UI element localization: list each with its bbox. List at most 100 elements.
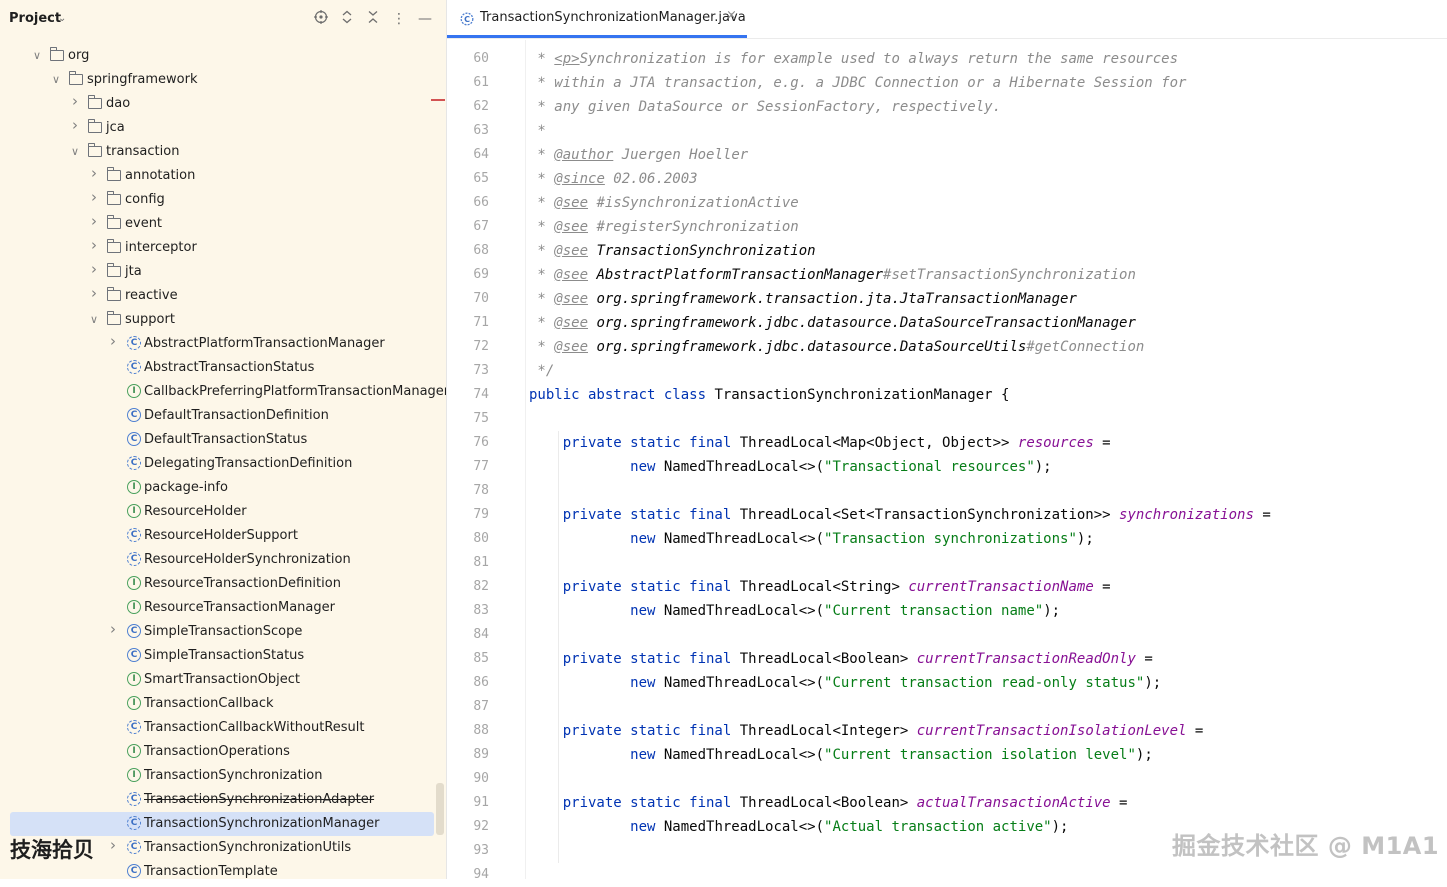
chevron-down-icon[interactable]: ∨: [50, 72, 62, 88]
interface-icon: I: [127, 672, 141, 686]
tree-item-annotation[interactable]: › annotation: [0, 164, 446, 188]
code-line[interactable]: * @see org.springframework.jdbc.datasour…: [529, 311, 1135, 335]
code-line[interactable]: new NamedThreadLocal<>("Current transact…: [529, 743, 1153, 767]
chevron-down-icon[interactable]: ∨: [31, 48, 43, 64]
project-panel-title[interactable]: Project: [9, 11, 61, 26]
expand-all-icon[interactable]: [338, 10, 356, 29]
tree-item-reactive[interactable]: › reactive: [0, 284, 446, 308]
code-line[interactable]: private static final ThreadLocal<Boolean…: [529, 647, 1153, 671]
code-line[interactable]: * @see #registerSynchronization: [529, 215, 798, 239]
code-token: "Current transaction name": [824, 603, 1044, 619]
code-line[interactable]: * within a JTA transaction, e.g. a JDBC …: [529, 71, 1186, 95]
code-line[interactable]: new NamedThreadLocal<>("Current transact…: [529, 599, 1060, 623]
line-number: 72: [473, 339, 489, 354]
tree-item-resourcetransactionmanager[interactable]: I ResourceTransactionManager: [0, 596, 446, 620]
code-token: NamedThreadLocal<>(: [663, 531, 825, 547]
tree-item-transactionsynchronizationadapter[interactable]: C TransactionSynchronizationAdapter: [0, 788, 446, 812]
code-line[interactable]: public abstract class TransactionSynchro…: [529, 383, 1009, 407]
folder-icon: [106, 263, 121, 277]
code-token: #getConnection: [1026, 339, 1145, 355]
tree-item-transactionoperations[interactable]: I TransactionOperations: [0, 740, 446, 764]
code-line[interactable]: new NamedThreadLocal<>("Actual transacti…: [529, 815, 1068, 839]
chevron-down-icon[interactable]: ∨: [69, 144, 81, 160]
code-token: );: [1135, 747, 1153, 763]
tree-item-label: config: [125, 192, 165, 207]
chevron-right-icon[interactable]: ›: [107, 837, 119, 853]
locate-icon[interactable]: [312, 10, 330, 29]
tree-item-label: reactive: [125, 288, 178, 303]
code-line[interactable]: * @see AbstractPlatformTransactionManage…: [529, 263, 1135, 287]
tree-item-dao[interactable]: › dao: [0, 92, 446, 116]
tree-item-transaction[interactable]: ∨ transaction: [0, 140, 446, 164]
chevron-right-icon[interactable]: ›: [88, 285, 100, 301]
chevron-right-icon[interactable]: ›: [107, 621, 119, 637]
code-line[interactable]: * @since 02.06.2003: [529, 167, 697, 191]
code-line[interactable]: * @see org.springframework.jdbc.datasour…: [529, 335, 1144, 359]
tree-item-config[interactable]: › config: [0, 188, 446, 212]
tree-item-simpletransactionstatus[interactable]: C SimpleTransactionStatus: [0, 644, 446, 668]
tree-item-resourcetransactiondefinition[interactable]: I ResourceTransactionDefinition: [0, 572, 446, 596]
tree-item-defaulttransactiondefinition[interactable]: C DefaultTransactionDefinition: [0, 404, 446, 428]
tree-item-transactionsynchronizationmanager[interactable]: C TransactionSynchronizationManager: [10, 812, 434, 836]
line-number: 87: [473, 699, 489, 714]
tree-item-resourceholder[interactable]: I ResourceHolder: [0, 500, 446, 524]
code-token: new: [630, 819, 664, 835]
tree-item-org[interactable]: ∨ org: [0, 44, 446, 68]
tree-item-package-info[interactable]: Ipackage-info: [0, 476, 446, 500]
code-line[interactable]: * any given DataSource or SessionFactory…: [529, 95, 1001, 119]
code-line[interactable]: private static final ThreadLocal<Set<Tra…: [529, 503, 1271, 527]
code-line[interactable]: * <p>Synchronization is for example used…: [529, 47, 1178, 71]
code-line[interactable]: private static final ThreadLocal<Boolean…: [529, 791, 1128, 815]
tree-scrollbar-thumb[interactable]: [436, 783, 444, 835]
code-line[interactable]: * @see #isSynchronizationActive: [529, 191, 798, 215]
tree-item-resourceholdersynchronization[interactable]: C ResourceHolderSynchronization: [0, 548, 446, 572]
tree-item-abstracttransactionstatus[interactable]: C AbstractTransactionStatus: [0, 356, 446, 380]
code-line[interactable]: new NamedThreadLocal<>("Transaction sync…: [529, 527, 1094, 551]
code-line[interactable]: new NamedThreadLocal<>("Current transact…: [529, 671, 1161, 695]
tree-item-callbackpreferringplatformtransactionmanager[interactable]: I CallbackPreferringPlatformTransactionMa…: [0, 380, 446, 404]
code-line[interactable]: private static final ThreadLocal<String>…: [529, 575, 1111, 599]
chevron-right-icon[interactable]: ›: [107, 333, 119, 349]
code-line[interactable]: * @see TransactionSynchronization: [529, 239, 815, 263]
tree-item-defaulttransactionstatus[interactable]: C DefaultTransactionStatus: [0, 428, 446, 452]
code-line[interactable]: private static final ThreadLocal<Map<Obj…: [529, 431, 1111, 455]
code-token: NamedThreadLocal<>(: [663, 675, 825, 691]
tree-item-delegatingtransactiondefinition[interactable]: C DelegatingTransactionDefinition: [0, 452, 446, 476]
code-line[interactable]: *: [529, 119, 545, 143]
tree-item-support[interactable]: ∨ support: [0, 308, 446, 332]
chevron-down-icon[interactable]: ∨: [88, 312, 100, 328]
code-line[interactable]: */: [529, 359, 554, 383]
tree-item-smarttransactionobject[interactable]: I SmartTransactionObject: [0, 668, 446, 692]
chevron-down-icon[interactable]: ⌄: [58, 13, 66, 24]
code-line[interactable]: new NamedThreadLocal<>("Transactional re…: [529, 455, 1051, 479]
tree-item-label: transaction: [106, 144, 180, 159]
code-line[interactable]: * @see org.springframework.transaction.j…: [529, 287, 1076, 311]
chevron-right-icon[interactable]: ›: [69, 117, 81, 133]
collapse-all-icon[interactable]: [364, 10, 382, 29]
tree-item-simpletransactionscope[interactable]: › C SimpleTransactionScope: [0, 620, 446, 644]
tree-item-interceptor[interactable]: › interceptor: [0, 236, 446, 260]
chevron-right-icon[interactable]: ›: [88, 237, 100, 253]
more-options-icon[interactable]: ⋮: [390, 10, 408, 28]
minimize-icon[interactable]: —: [416, 10, 434, 28]
editor-tab[interactable]: C TransactionSynchronizationManager.java…: [447, 0, 747, 38]
tree-item-springframework[interactable]: ∨ springframework: [0, 68, 446, 92]
tree-item-event[interactable]: › event: [0, 212, 446, 236]
tree-item-resourceholdersupport[interactable]: C ResourceHolderSupport: [0, 524, 446, 548]
tree-item-transactioncallback[interactable]: I TransactionCallback: [0, 692, 446, 716]
tree-item-transactioncallbackwithoutresult[interactable]: C TransactionCallbackWithoutResult: [0, 716, 446, 740]
chevron-right-icon[interactable]: ›: [88, 189, 100, 205]
tree-item-label: interceptor: [125, 240, 197, 255]
chevron-right-icon[interactable]: ›: [88, 165, 100, 181]
tree-item-jta[interactable]: › jta: [0, 260, 446, 284]
tree-item-jca[interactable]: › jca: [0, 116, 446, 140]
code-line[interactable]: private static final ThreadLocal<Integer…: [529, 719, 1204, 743]
chevron-right-icon[interactable]: ›: [88, 213, 100, 229]
chevron-right-icon[interactable]: ›: [88, 261, 100, 277]
tree-item-abstractplatformtransactionmanager[interactable]: › C AbstractPlatformTransactionManager: [0, 332, 446, 356]
chevron-right-icon[interactable]: ›: [69, 93, 81, 109]
code-line[interactable]: * @author Juergen Hoeller: [529, 143, 748, 167]
close-icon[interactable]: ×: [726, 8, 737, 23]
tree-item-transactionsynchronization[interactable]: I TransactionSynchronization: [0, 764, 446, 788]
